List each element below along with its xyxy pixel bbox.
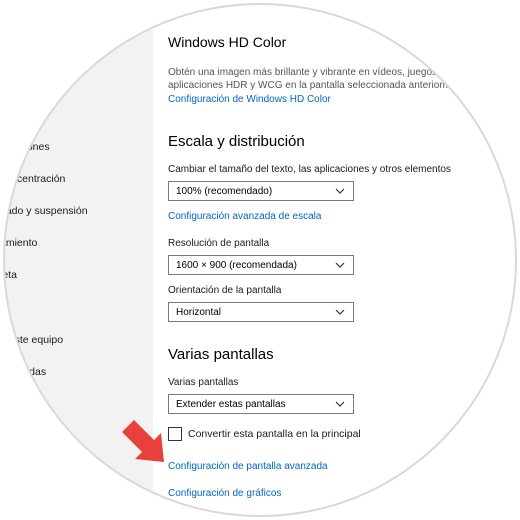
hd-color-settings-link[interactable]: Configuración de Windows HD Color xyxy=(168,94,331,105)
resolution-dropdown[interactable]: 1600 × 900 (recomendada) xyxy=(168,255,354,275)
graphics-settings-link[interactable]: Configuración de gráficos xyxy=(168,488,281,499)
main-display-checkbox-label[interactable]: Convertir esta pantalla en la principal xyxy=(188,428,361,440)
multiple-displays-dropdown-value: Extender estas pantallas xyxy=(176,399,286,410)
sidebar-item-apagado-suspension[interactable]: gado y suspensión xyxy=(0,205,88,217)
text-size-label: Cambiar el tamaño del texto, las aplicac… xyxy=(168,164,451,175)
hd-color-description-line2: aplicaciones HDR y WCG en la pantalla se… xyxy=(168,80,457,91)
resolution-dropdown-value: 1600 × 900 (recomendada) xyxy=(176,260,297,271)
chevron-down-icon xyxy=(335,262,345,268)
scale-layout-heading: Escala y distribución xyxy=(168,133,305,150)
chevron-down-icon xyxy=(335,401,345,407)
sidebar-item-concentracion[interactable]: concentración xyxy=(0,173,65,185)
sidebar-item-almacenamiento[interactable]: amiento xyxy=(0,237,37,249)
sidebar-item-tableta[interactable]: leta xyxy=(0,269,17,281)
resolution-label: Resolución de pantalla xyxy=(168,238,270,249)
display-settings-screen: y acciones concentración gado y suspensi… xyxy=(0,0,520,520)
advanced-scaling-link[interactable]: Configuración avanzada de escala xyxy=(168,211,321,222)
hd-color-heading: Windows HD Color xyxy=(168,34,287,50)
advanced-display-settings-link[interactable]: Configuración de pantalla avanzada xyxy=(168,461,328,472)
scale-dropdown[interactable]: 100% (recomendado) xyxy=(168,181,354,201)
chevron-down-icon xyxy=(335,309,345,315)
orientation-dropdown-value: Horizontal xyxy=(176,307,222,318)
sidebar-item-experiencias-compartidas[interactable]: mpartidas xyxy=(0,366,46,378)
scale-dropdown-value: 100% (recomendado) xyxy=(176,186,273,197)
multiple-displays-label: Varias pantallas xyxy=(168,377,239,388)
hd-color-description-line1: Obtén una imagen más brillante y vibrant… xyxy=(168,67,445,78)
sidebar-item-acciones[interactable]: y acciones xyxy=(0,141,50,153)
red-pointer-arrow-icon xyxy=(122,420,164,462)
orientation-label: Orientación de la pantalla xyxy=(168,285,282,296)
orientation-dropdown[interactable]: Horizontal xyxy=(168,302,354,322)
multiple-displays-heading: Varias pantallas xyxy=(168,346,274,363)
sidebar-item-proyeccion[interactable]: n este equipo xyxy=(0,334,63,346)
chevron-down-icon xyxy=(335,188,345,194)
multiple-displays-dropdown[interactable]: Extender estas pantallas xyxy=(168,394,354,414)
